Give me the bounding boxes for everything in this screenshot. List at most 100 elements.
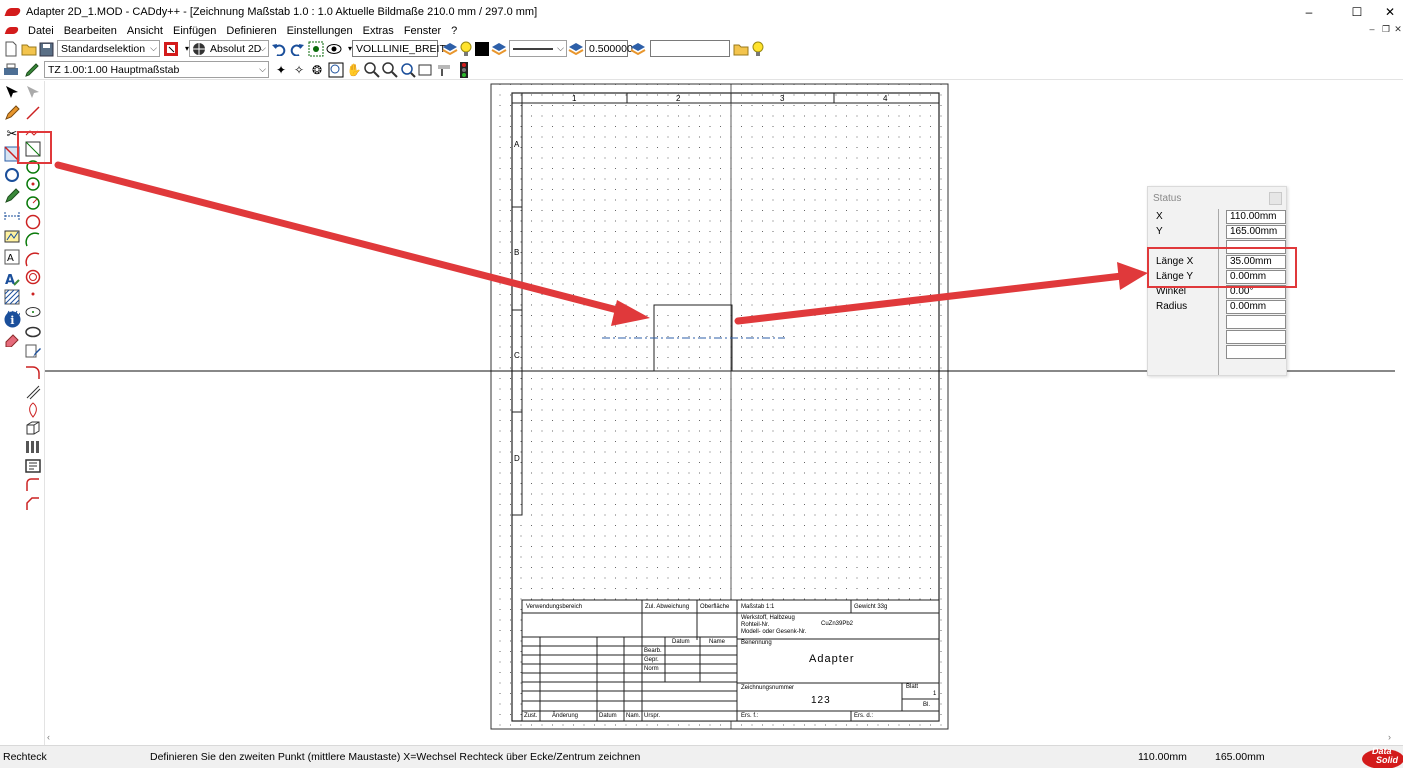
view-scale-select[interactable]: TZ 1.00:1.00 Hauptmaßstab ⌵ (44, 61, 269, 78)
status-value-winkel[interactable]: 0.00° (1226, 285, 1286, 299)
label-tool-icon[interactable]: A (3, 270, 21, 288)
new-file-icon[interactable] (3, 41, 19, 57)
snap-edge-icon[interactable]: ✧ (291, 62, 307, 78)
select-arrow-gray-icon[interactable] (24, 83, 42, 101)
line-width-icon[interactable] (568, 41, 584, 57)
vertical-scrollbar[interactable] (1395, 81, 1403, 745)
chamfer-tool-icon[interactable] (24, 495, 42, 513)
pan-hand-icon[interactable]: ✋ (346, 62, 362, 78)
circle-two-point-icon[interactable] (24, 194, 42, 212)
select-arrow-icon[interactable] (3, 83, 21, 101)
circle-outline-icon[interactable] (24, 213, 42, 231)
info-icon[interactable]: i (3, 310, 21, 328)
trim-tool-icon[interactable] (3, 145, 21, 163)
status-value-y[interactable]: 165.00mm (1226, 225, 1286, 239)
menu-bearbeiten[interactable]: Bearbeiten (59, 25, 122, 37)
shield-shape-icon[interactable] (24, 401, 42, 419)
menu-ansicht[interactable]: Ansicht (122, 25, 168, 37)
zoom-previous-icon[interactable] (418, 62, 434, 78)
edit-pen-icon[interactable] (3, 187, 21, 205)
parallel-line-icon[interactable] (24, 383, 42, 401)
bulb-icon[interactable] (458, 41, 474, 57)
status-value-empty-1[interactable] (1226, 240, 1286, 254)
search-field[interactable] (650, 40, 730, 57)
undo-icon[interactable] (271, 41, 287, 57)
line-tool-icon[interactable] (24, 104, 42, 122)
status-value-x[interactable]: 110.00mm (1226, 210, 1286, 224)
status-panel-close-button[interactable] (1269, 192, 1282, 205)
rectangle-tool-icon[interactable] (24, 140, 42, 158)
line-style-select[interactable]: ⌵ (509, 40, 567, 57)
arc-three-point-icon[interactable] (24, 251, 42, 269)
selection-filter-icon[interactable] (163, 41, 179, 57)
menu-datei[interactable]: Datei (23, 25, 59, 37)
circle-radius-icon[interactable] (24, 175, 42, 193)
status-value-empty-2[interactable] (1226, 315, 1286, 329)
pen-icon[interactable] (24, 62, 40, 78)
drawing-canvas[interactable]: 1 2 3 4 A B C D Verwendungsbereich Zul. … (45, 81, 1397, 731)
scroll-right-icon[interactable]: › (1388, 732, 1391, 742)
idea-bulb-icon[interactable] (750, 41, 766, 57)
folder-search-icon[interactable] (733, 41, 749, 57)
maximize-button[interactable]: ☐ (1340, 0, 1374, 23)
text-tool-icon[interactable]: A (3, 248, 21, 266)
redo-icon[interactable] (289, 41, 305, 57)
layer-stack-icon-3[interactable] (630, 41, 646, 57)
corner-tool-icon[interactable] (24, 476, 42, 494)
status-value-radius[interactable]: 0.00mm (1226, 300, 1286, 314)
pencil-icon[interactable] (3, 104, 21, 122)
status-value-empty-3[interactable] (1226, 330, 1286, 344)
mdi-minimize-button[interactable]: – (1366, 24, 1378, 34)
scissors-icon[interactable]: ✂ (3, 124, 21, 142)
menu-definieren[interactable]: Definieren (221, 25, 281, 37)
coordinate-mode-select[interactable]: Absolut 2D ⌵ (189, 40, 269, 57)
hatch-pattern-icon[interactable] (3, 288, 21, 306)
view-eye-icon[interactable] (326, 41, 342, 57)
rotate-tool-icon[interactable] (3, 166, 21, 184)
scroll-left-icon[interactable]: ‹ (47, 732, 50, 742)
status-value-laenge-x[interactable]: 35.00mm (1226, 255, 1286, 269)
arc-tool-icon[interactable] (24, 231, 42, 249)
zoom-extents-icon[interactable] (400, 62, 416, 78)
redraw-icon[interactable] (436, 62, 452, 78)
ellipse-tool-icon[interactable] (24, 303, 42, 321)
mdi-restore-button[interactable]: ❐ (1380, 24, 1392, 35)
frame-tool-icon[interactable] (24, 457, 42, 475)
open-folder-icon[interactable] (21, 41, 37, 57)
close-button[interactable]: ✕ (1373, 0, 1403, 23)
layer-stack-icon-2[interactable] (491, 41, 507, 57)
eraser-icon[interactable] (3, 330, 21, 348)
selection-mode-select[interactable]: Standardselektion ⌵ (57, 40, 160, 57)
point-tool-icon[interactable] (24, 285, 42, 303)
layer-stack-icon[interactable] (442, 41, 458, 57)
menu-help[interactable]: ? (446, 25, 462, 37)
print-icon[interactable] (3, 62, 19, 78)
fillet-tool-icon[interactable] (24, 363, 42, 381)
zoom-out-icon[interactable] (382, 62, 398, 78)
cube-icon[interactable] (24, 419, 42, 437)
color-swatch-icon[interactable] (474, 41, 490, 57)
menu-einfuegen[interactable]: Einfügen (168, 25, 221, 37)
minimize-button[interactable]: – (1292, 0, 1326, 23)
status-value-laenge-y[interactable]: 0.00mm (1226, 270, 1286, 284)
layers-tool-icon[interactable] (24, 438, 42, 456)
snap-end-icon[interactable]: ❂ (309, 62, 325, 78)
circle-center-icon[interactable] (24, 158, 42, 176)
ellipse-outline-icon[interactable] (24, 323, 42, 341)
snap-point-icon[interactable]: ✦ (273, 62, 289, 78)
line-type-field[interactable]: VOLLLINIE_BREIT (352, 40, 446, 57)
status-value-empty-4[interactable] (1226, 345, 1286, 359)
ring-tool-icon[interactable] (24, 268, 42, 286)
edit-object-icon[interactable] (24, 342, 42, 360)
line-width-field[interactable]: 0.500000 (585, 40, 633, 57)
hatch-tool-icon[interactable] (3, 227, 21, 245)
zoom-in-icon[interactable] (364, 62, 380, 78)
menu-extras[interactable]: Extras (358, 25, 399, 37)
mdi-close-button[interactable]: ✕ (1392, 24, 1403, 35)
menu-einstellungen[interactable]: Einstellungen (282, 25, 358, 37)
traffic-light-icon[interactable] (456, 62, 472, 78)
grid-snap-icon[interactable] (308, 41, 324, 57)
zoom-window-icon[interactable] (328, 62, 344, 78)
save-icon[interactable] (38, 41, 54, 57)
menu-fenster[interactable]: Fenster (399, 25, 446, 37)
